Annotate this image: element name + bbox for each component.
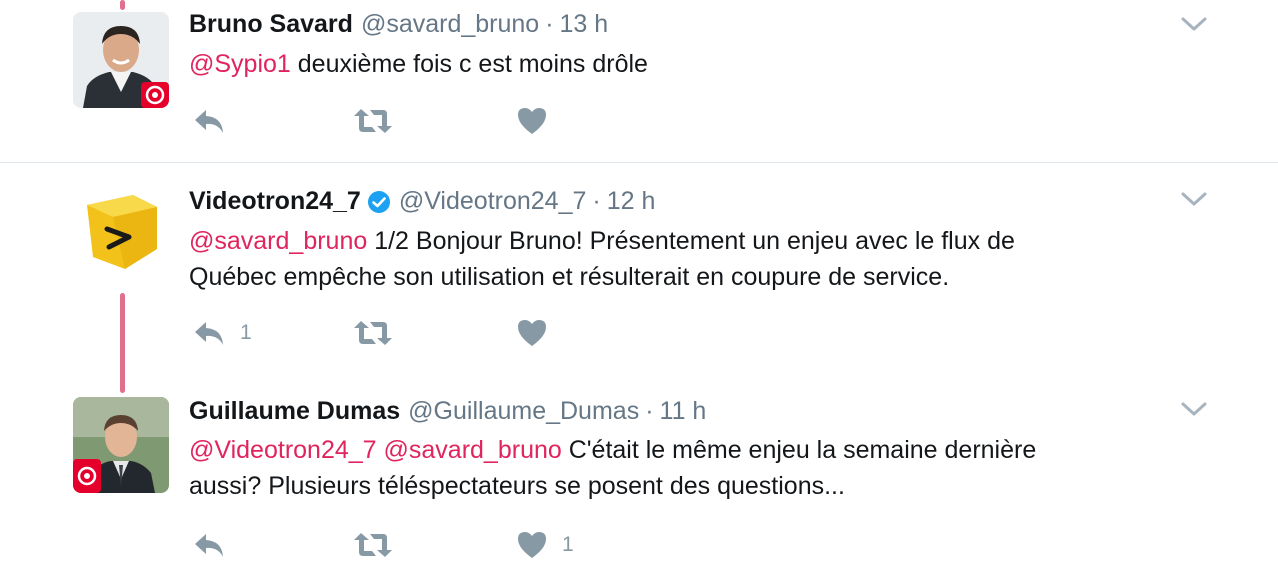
retweet-button[interactable] [352, 318, 394, 348]
avatar[interactable] [73, 12, 169, 108]
thread-connector [120, 293, 125, 393]
tweet-text: @savard_bruno 1/2 Bonjour Bruno! Présent… [189, 223, 1189, 295]
tweet-body-line2: Québec empêche son utilisation et résult… [189, 263, 950, 291]
tweet-text: @Videotron24_7 @savard_bruno C'était le … [189, 432, 1189, 504]
chevron-down-icon[interactable] [1181, 401, 1207, 417]
tweet-divider [0, 162, 1278, 163]
mention-link[interactable]: @savard_bruno [384, 436, 562, 464]
tweet-actions: 1 [189, 318, 689, 358]
reply-icon [192, 106, 226, 136]
author-handle[interactable]: @Guillaume_Dumas [408, 397, 639, 426]
separator: · [645, 397, 654, 425]
tweet-header: Videotron24_7 @Videotron24_7 · 12 h [189, 187, 655, 216]
tweet-body-line1: 1/2 Bonjour Bruno! Présentement un enjeu… [367, 227, 1015, 255]
mention-link[interactable]: @Videotron24_7 [189, 436, 377, 464]
avatar[interactable] [73, 183, 169, 279]
reply-icon [192, 530, 226, 560]
reply-button[interactable] [192, 106, 226, 136]
separator: · [545, 10, 554, 38]
mention-link[interactable]: @savard_bruno [189, 227, 367, 255]
author-name[interactable]: Bruno Savard [189, 10, 353, 39]
chevron-down-icon[interactable] [1181, 16, 1207, 32]
retweet-button[interactable] [352, 106, 394, 136]
like-count: 1 [562, 533, 574, 556]
timestamp[interactable]: 13 h [560, 10, 609, 39]
avatar[interactable] [73, 397, 169, 493]
reply-count: 1 [240, 321, 252, 344]
reply-icon [192, 318, 226, 348]
verified-badge-icon [367, 190, 391, 214]
heart-icon [516, 530, 548, 560]
like-button[interactable]: 1 [516, 530, 574, 560]
like-button[interactable] [516, 106, 548, 136]
separator: · [592, 187, 601, 215]
mention-link[interactable]: @Sypio1 [189, 50, 291, 78]
heart-icon [516, 106, 548, 136]
retweet-button[interactable] [352, 530, 394, 560]
tweet-body: deuxième fois c est moins drôle [290, 50, 648, 78]
tweet-body-line2: aussi? Plusieurs téléspectateurs se pose… [189, 472, 845, 500]
timestamp[interactable]: 11 h [660, 397, 707, 426]
retweet-icon [352, 106, 394, 136]
timestamp[interactable]: 12 h [607, 187, 656, 216]
reply-button[interactable] [192, 530, 226, 560]
heart-icon [516, 318, 548, 348]
tweet-actions: 1 [189, 530, 689, 570]
author-name[interactable]: Videotron24_7 [189, 187, 361, 216]
tweet-text: @Sypio1 deuxième fois c est moins drôle [189, 46, 1189, 82]
tweet-actions [189, 106, 689, 146]
author-handle[interactable]: @Videotron24_7 [399, 187, 587, 216]
thread-connector-top [120, 0, 125, 10]
tweet-body-line1: C'était le même enjeu la semaine dernièr… [561, 436, 1037, 464]
author-handle[interactable]: @savard_bruno [361, 10, 539, 39]
author-name[interactable]: Guillaume Dumas [189, 397, 400, 426]
tweet-header: Bruno Savard @savard_bruno · 13 h [189, 10, 608, 39]
like-button[interactable] [516, 318, 548, 348]
retweet-icon [352, 530, 394, 560]
tweet-header: Guillaume Dumas @Guillaume_Dumas · 11 h [189, 397, 706, 426]
retweet-icon [352, 318, 394, 348]
chevron-down-icon[interactable] [1181, 191, 1207, 207]
reply-button[interactable]: 1 [192, 318, 252, 348]
